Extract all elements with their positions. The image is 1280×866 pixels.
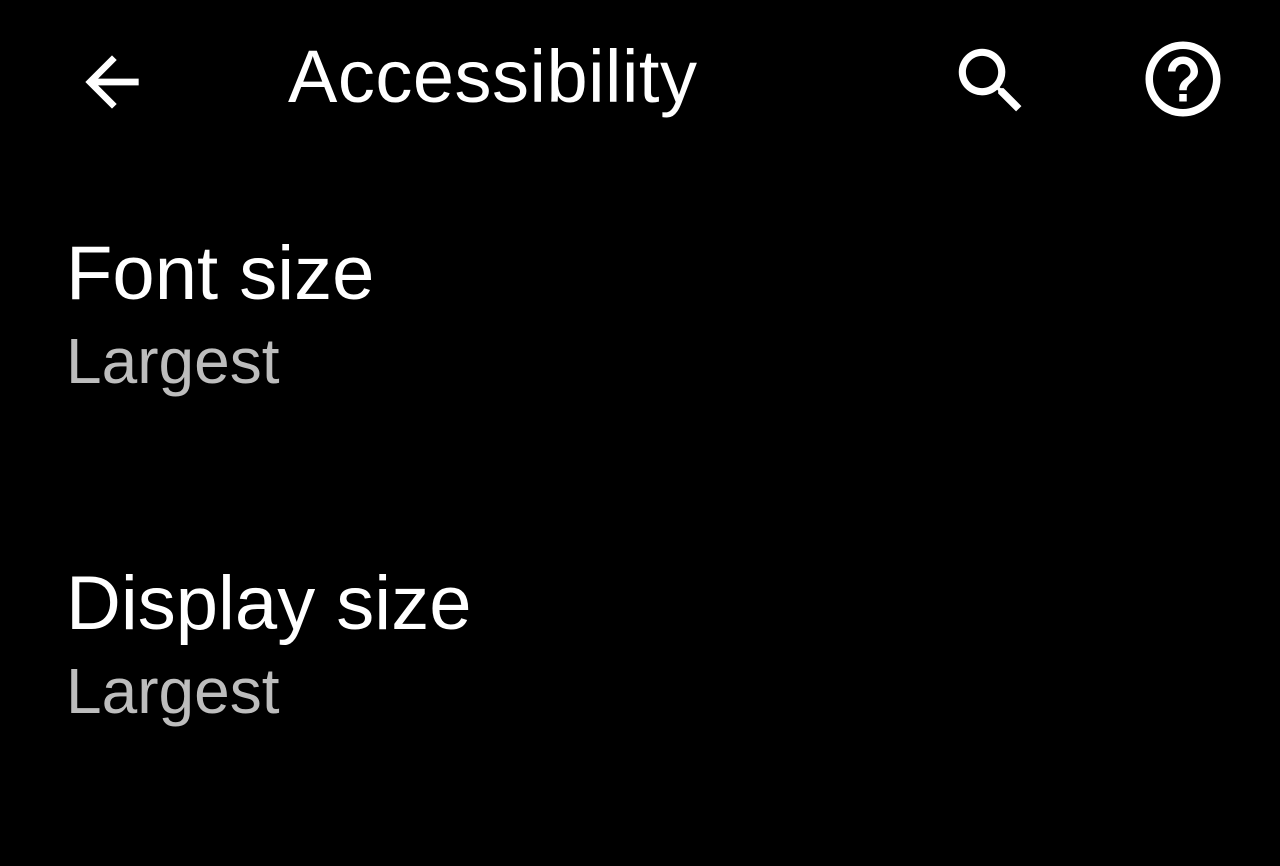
setting-title: Font size (66, 231, 375, 316)
setting-display-size[interactable]: Display size Largest (0, 560, 1280, 866)
search-icon (958, 48, 1022, 112)
back-button[interactable] (70, 40, 154, 124)
help-circle-icon (1145, 41, 1221, 117)
settings-list: Font size Largest Display size Largest (0, 230, 1280, 866)
setting-title: Display size (66, 561, 472, 646)
arrow-back-icon (85, 55, 139, 109)
setting-summary: Largest (66, 325, 280, 398)
setting-font-size[interactable]: Font size Largest (0, 230, 1280, 560)
help-button[interactable] (1138, 34, 1228, 124)
page-title: Accessibility (288, 35, 698, 118)
setting-summary: Largest (66, 655, 280, 728)
app-bar: Accessibility (0, 0, 1280, 160)
search-button[interactable] (948, 38, 1034, 124)
